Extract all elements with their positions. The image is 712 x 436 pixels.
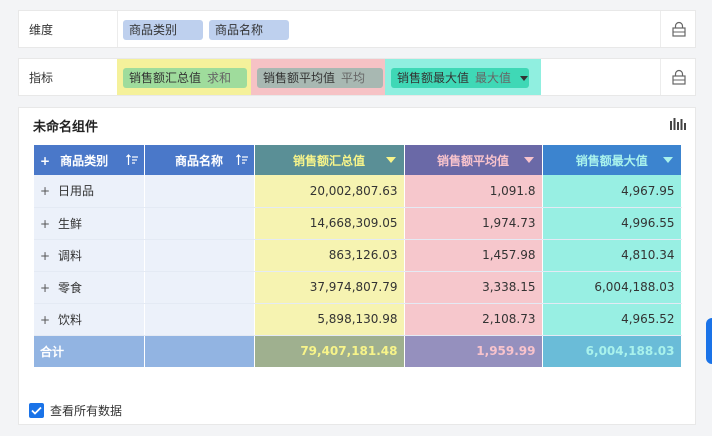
category-cell[interactable]: + 日用品 (34, 175, 145, 208)
avg-cell: 3,338.15 (404, 271, 543, 304)
lock-icon[interactable] (671, 21, 687, 37)
metric-panel: 指标 销售额汇总值 求和 销售额平均值 平均 销售额最大值 最大值 (18, 58, 696, 96)
table-row: + 生鲜 14,668,309.05 1,974.73 4,996.55 (34, 207, 682, 240)
total-avg: 1,959.99 (404, 335, 543, 367)
category-label: 饮料 (58, 312, 83, 327)
table-header-row: + 商品类别 商品名称 销售额汇总值 销售额平均值 销售额最大值 (34, 145, 681, 175)
name-cell (144, 207, 255, 240)
total-name-cell (144, 335, 255, 367)
header-label: 商品类别 (60, 153, 109, 168)
avg-cell: 1,457.98 (404, 239, 543, 272)
category-cell[interactable]: + 生鲜 (34, 207, 145, 240)
header-max[interactable]: 销售额最大值 (542, 145, 681, 175)
caret-down-icon[interactable] (663, 157, 673, 163)
view-all-label: 查看所有数据 (50, 403, 123, 418)
dimension-field-name[interactable]: 商品名称 (209, 20, 289, 40)
total-max: 6,004,188.03 (542, 335, 682, 367)
category-cell[interactable]: + 调料 (34, 239, 145, 272)
category-label: 生鲜 (58, 216, 83, 231)
metric-field-name: 销售额最大值 (397, 71, 470, 85)
table-row: + 调料 863,126.03 1,457.98 4,810.34 (34, 239, 682, 272)
max-cell: 4,965.52 (542, 303, 682, 336)
expand-icon[interactable]: + (40, 249, 50, 263)
sum-cell: 863,126.03 (254, 239, 405, 272)
view-all-data-toggle[interactable]: 查看所有数据 (29, 401, 122, 419)
widget-title: 未命名组件 (33, 120, 99, 135)
metric-field-agg: 平均 (341, 71, 366, 85)
header-label: 销售额汇总值 (292, 153, 365, 168)
avg-cell: 1,974.73 (404, 207, 543, 240)
caret-down-icon[interactable] (523, 157, 534, 163)
caret-down-icon[interactable] (519, 76, 528, 81)
category-label: 零食 (58, 280, 83, 295)
metric-field-max[interactable]: 销售额最大值 最大值 (391, 68, 529, 88)
bar-chart-icon[interactable] (670, 118, 686, 130)
sum-cell: 5,898,130.98 (254, 303, 405, 336)
name-cell (144, 303, 255, 336)
sort-icon[interactable] (125, 154, 138, 166)
table-row: + 饮料 5,898,130.98 2,108.73 4,965.52 (34, 303, 682, 336)
expand-icon[interactable]: + (40, 281, 50, 295)
metric-field-agg: 最大值 (475, 71, 512, 85)
name-cell (144, 239, 255, 272)
sort-icon[interactable] (235, 154, 248, 166)
expand-icon[interactable]: + (40, 217, 50, 231)
expand-all-icon[interactable]: + (40, 154, 50, 168)
max-cell: 4,967.95 (542, 175, 682, 208)
metric-field-agg: 求和 (207, 71, 232, 85)
metric-field-name: 销售额平均值 (263, 71, 336, 85)
sum-cell: 14,668,309.05 (254, 207, 405, 240)
metric-field-name: 销售额汇总值 (129, 71, 202, 85)
lock-icon[interactable] (671, 69, 687, 85)
divider (117, 11, 118, 47)
header-name[interactable]: 商品名称 (144, 145, 255, 175)
side-handle[interactable] (706, 318, 712, 364)
dimension-label: 维度 (29, 23, 54, 37)
divider (660, 11, 661, 47)
caret-down-icon[interactable] (385, 157, 396, 163)
metric-label: 指标 (29, 71, 54, 85)
metric-field-avg[interactable]: 销售额平均值 平均 (257, 68, 383, 88)
pivot-table: + 商品类别 商品名称 销售额汇总值 销售额平均值 销售额最大值 + 日用品 2… (34, 145, 682, 367)
category-cell[interactable]: + 零食 (34, 271, 145, 304)
category-label: 调料 (58, 248, 83, 263)
header-sum[interactable]: 销售额汇总值 (254, 145, 405, 175)
max-cell: 4,996.55 (542, 207, 682, 240)
expand-icon[interactable]: + (40, 313, 50, 327)
total-sum: 79,407,181.48 (254, 335, 405, 367)
avg-cell: 1,091.8 (404, 175, 543, 208)
sum-cell: 37,974,807.79 (254, 271, 405, 304)
category-label: 日用品 (58, 184, 95, 199)
header-label: 销售额平均值 (436, 153, 509, 168)
dimension-panel: 维度 商品类别 商品名称 (18, 10, 696, 48)
header-category[interactable]: + 商品类别 (34, 145, 145, 175)
check-icon (31, 406, 42, 415)
header-label: 商品名称 (174, 153, 223, 168)
total-label: 合计 (34, 335, 145, 367)
sum-cell: 20,002,807.63 (254, 175, 405, 208)
table-row: + 日用品 20,002,807.63 1,091.8 4,967.95 (34, 175, 682, 208)
expand-icon[interactable]: + (40, 184, 50, 198)
metric-field-sum[interactable]: 销售额汇总值 求和 (123, 68, 247, 88)
name-cell (144, 175, 255, 208)
category-cell[interactable]: + 饮料 (34, 303, 145, 336)
dimension-field-category[interactable]: 商品类别 (123, 20, 203, 40)
header-label: 销售额最大值 (575, 153, 648, 168)
header-avg[interactable]: 销售额平均值 (404, 145, 543, 175)
name-cell (144, 271, 255, 304)
table-row: + 零食 37,974,807.79 3,338.15 6,004,188.03 (34, 271, 682, 304)
avg-cell: 2,108.73 (404, 303, 543, 336)
table-widget: 未命名组件 + 商品类别 商品名称 销售额汇总值 销售额平均值 销售额最大值 +… (18, 107, 696, 425)
max-cell: 4,810.34 (542, 239, 682, 272)
max-cell: 6,004,188.03 (542, 271, 682, 304)
divider (660, 59, 661, 95)
total-row: 合计 79,407,181.48 1,959.99 6,004,188.03 (34, 335, 682, 367)
view-all-checkbox[interactable] (29, 403, 44, 418)
